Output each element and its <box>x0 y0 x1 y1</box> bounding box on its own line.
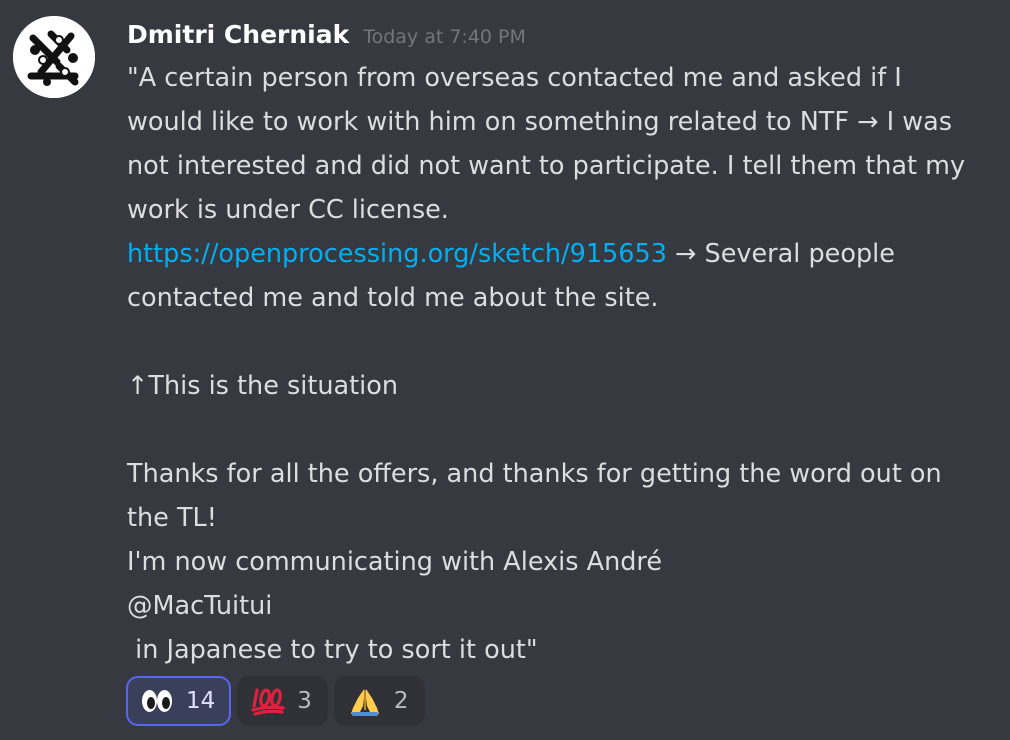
eyes-icon <box>140 686 174 716</box>
reaction-count: 2 <box>393 688 409 714</box>
reaction-bar: 14 3 2 <box>126 676 425 726</box>
user-mention-line: @MacTuitui <box>127 584 1002 628</box>
chat-message: Dmitri Cherniak Today at 7:40 PM "A cert… <box>0 0 1010 740</box>
message-line-with-link: https://openprocessing.org/sketch/915653… <box>127 232 1002 276</box>
message-header: Dmitri Cherniak Today at 7:40 PM <box>127 16 526 54</box>
message-timestamp: Today at 7:40 PM <box>363 26 526 48</box>
folded-hands-icon <box>348 686 382 716</box>
hundred-points-icon <box>251 686 285 716</box>
reaction-folded-hands[interactable]: 2 <box>333 676 425 726</box>
message-line: in Japanese to try to sort it out" <box>127 635 538 665</box>
author-avatar[interactable] <box>13 16 95 98</box>
author-name[interactable]: Dmitri Cherniak <box>127 16 349 54</box>
user-mention[interactable]: @MacTuitui <box>127 591 272 621</box>
reaction-count: 3 <box>297 688 312 714</box>
link-suffix-text: → Several people <box>666 239 895 269</box>
message-line: would like to work with him on something… <box>127 107 953 137</box>
reaction-eyes[interactable]: 14 <box>126 676 232 726</box>
message-line: Thanks for all the offers, and thanks fo… <box>127 459 942 489</box>
message-line: contacted me and told me about the site. <box>127 283 659 313</box>
message-content: "A certain person from overseas contacte… <box>127 56 1002 672</box>
openprocessing-link[interactable]: https://openprocessing.org/sketch/915653 <box>127 239 667 269</box>
message-line: not interested and did not want to parti… <box>127 151 966 181</box>
message-line: work is under CC license. <box>127 195 449 225</box>
message-line: ↑This is the situation <box>127 371 399 401</box>
message-line: I'm now communicating with Alexis André <box>127 547 663 577</box>
reaction-count: 14 <box>186 688 216 714</box>
avatar-artwork-icon <box>13 16 95 98</box>
reaction-hundred-points[interactable]: 3 <box>237 676 328 726</box>
message-line: the TL! <box>127 503 217 533</box>
message-line: "A certain person from overseas contacte… <box>127 63 902 93</box>
